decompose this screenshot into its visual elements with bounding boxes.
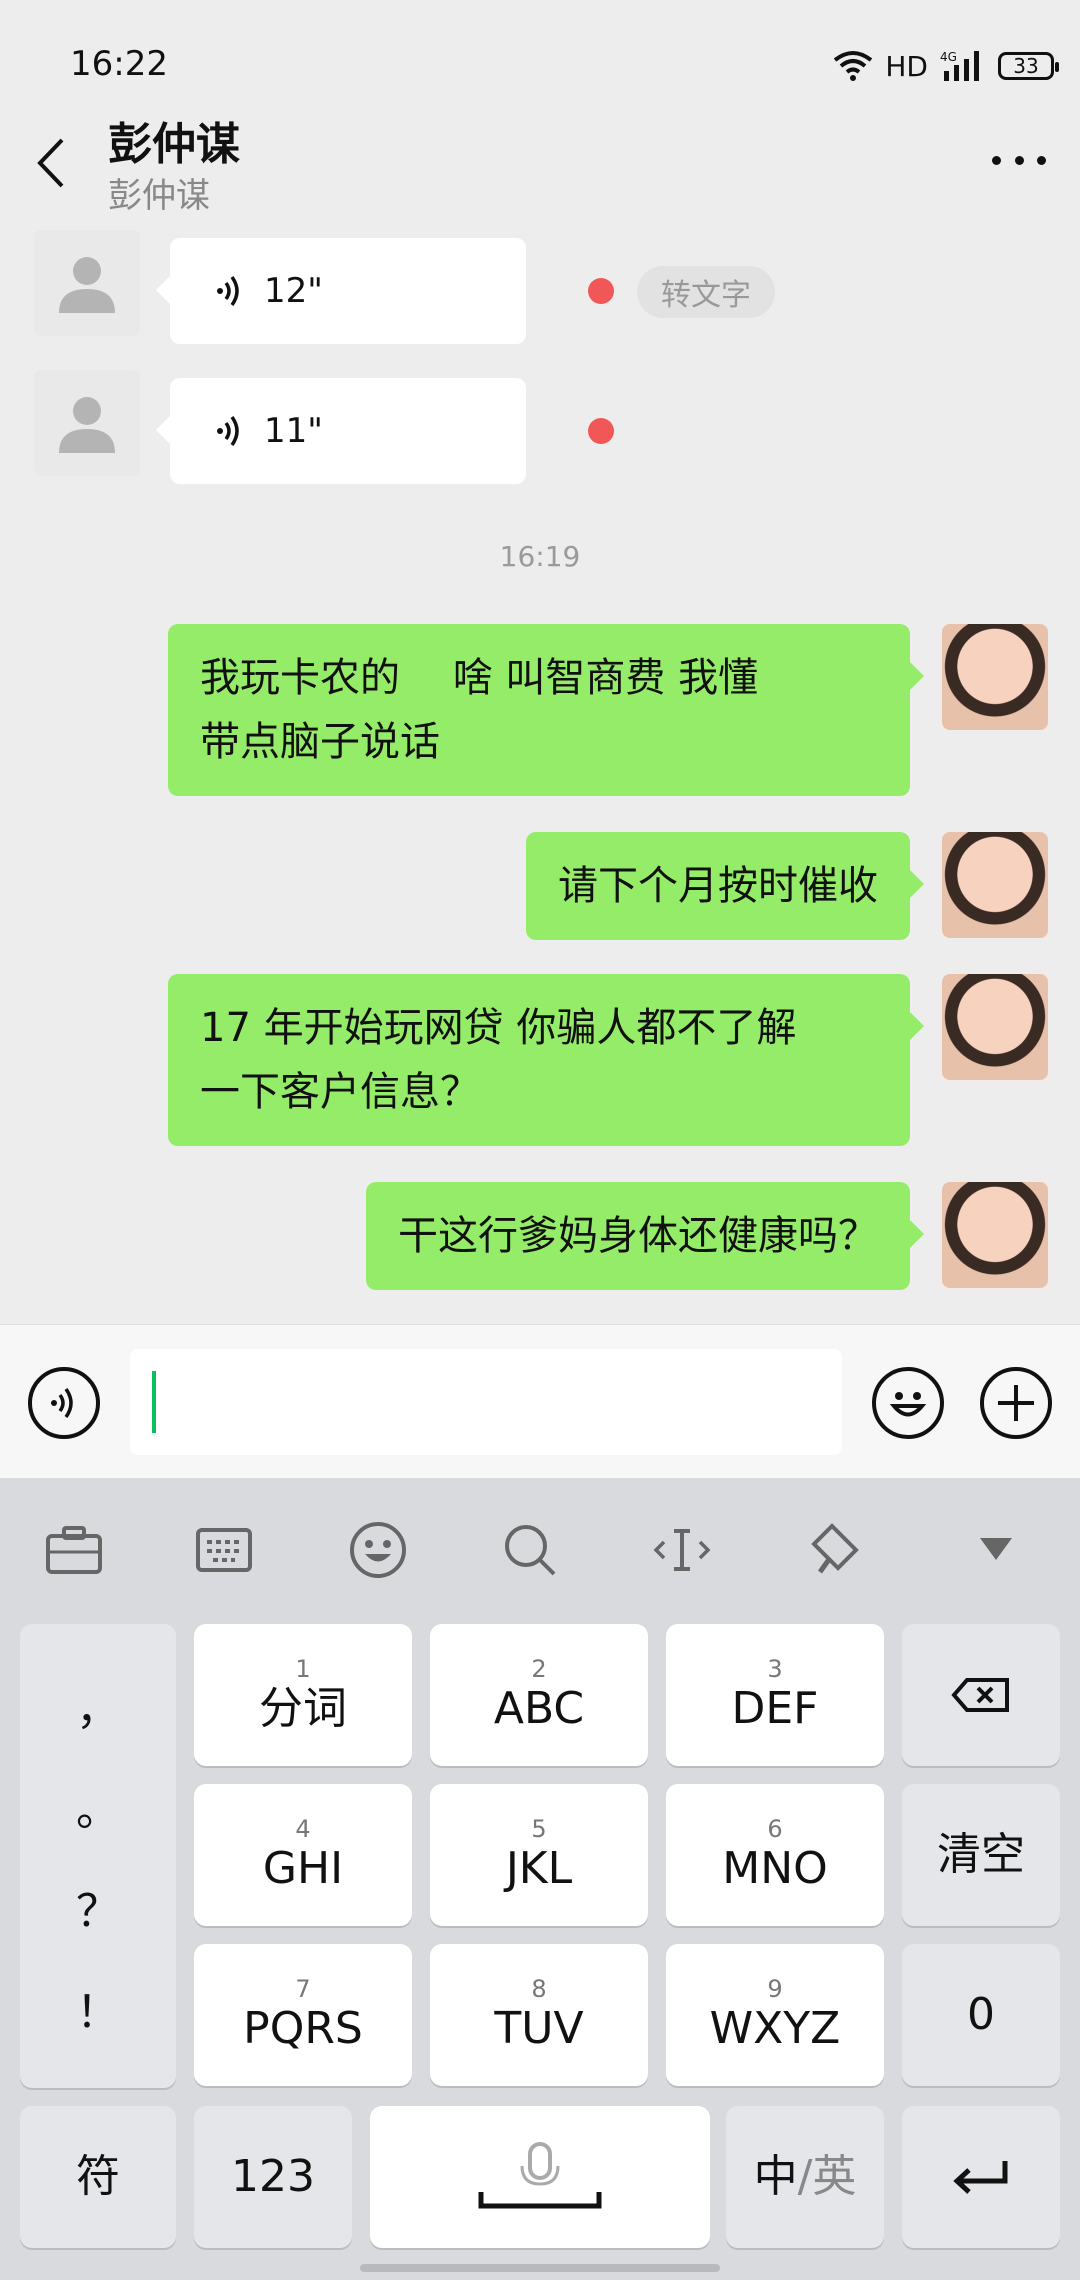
key-5[interactable]: 5 JKL [430, 1784, 648, 1926]
smiley-icon [889, 1392, 927, 1417]
skin-brush-icon[interactable] [802, 1518, 866, 1582]
more-options-icon[interactable] [984, 140, 1054, 180]
key-4[interactable]: 4 GHI [194, 1784, 412, 1926]
punct-key[interactable]: 。 [76, 1774, 120, 1838]
key-7[interactable]: 7 PQRS [194, 1944, 412, 2086]
message-text-line: 带点脑子说话 [200, 719, 440, 765]
space-key[interactable] [370, 2106, 710, 2248]
my-avatar[interactable] [942, 974, 1048, 1080]
contact-avatar[interactable] [34, 370, 140, 476]
sent-message-bubble[interactable]: 请下个月按时催收 [526, 832, 924, 940]
microphone-icon [478, 2142, 602, 2209]
home-indicator[interactable] [360, 2264, 720, 2272]
key-3[interactable]: 3 DEF [666, 1624, 884, 1766]
sent-message-bubble[interactable]: 干这行爹妈身体还健康吗？ [366, 1182, 924, 1290]
message-text: 干这行爹妈身体还健康吗？ [398, 1213, 878, 1259]
message-text-line: 一下客户信息？ [200, 1069, 480, 1115]
plus-icon [998, 1385, 1034, 1421]
key-1[interactable]: 1 分词 [194, 1624, 412, 1766]
svg-text:4G: 4G [940, 50, 957, 64]
input-bar [0, 1324, 1080, 1478]
transcribe-button[interactable]: 转文字 [637, 266, 775, 318]
backspace-icon [951, 1678, 1009, 1712]
message-text-line: 我玩卡农的 啥 叫智商费 我懂 [200, 655, 759, 701]
symbol-key[interactable]: 符 [20, 2106, 176, 2248]
emoji-button[interactable] [872, 1367, 944, 1439]
time-separator: 16:19 [499, 540, 581, 573]
wifi-icon [834, 51, 873, 81]
keyboard-icon[interactable] [192, 1518, 256, 1582]
contact-avatar[interactable] [34, 230, 140, 336]
enter-icon [953, 2161, 1008, 2194]
clear-key[interactable]: 清空 [902, 1784, 1060, 1926]
voice-wave-icon [217, 415, 239, 447]
enter-key[interactable] [902, 2106, 1060, 2248]
status-icons: HD 4G 33 [833, 44, 1059, 88]
voice-input-button[interactable] [28, 1367, 100, 1439]
voice-duration: 12" [264, 271, 323, 311]
default-avatar-icon [59, 257, 115, 313]
more-functions-button[interactable] [980, 1367, 1052, 1439]
key-2[interactable]: 2 ABC [430, 1624, 648, 1766]
toolbox-icon[interactable] [42, 1518, 106, 1582]
numeric-key[interactable]: 123 [194, 2106, 352, 2248]
voice-wave-icon [51, 1387, 73, 1419]
my-avatar[interactable] [942, 624, 1048, 730]
collapse-keyboard-icon[interactable] [964, 1518, 1028, 1582]
network-hd-label: HD [885, 49, 928, 83]
chat-title: 彭仲谋 [108, 119, 240, 170]
punct-key[interactable]: ？ [76, 1875, 120, 1939]
chat-header: 彭仲谋 彭仲谋 [0, 100, 1080, 224]
backspace-key[interactable] [902, 1624, 1060, 1766]
cursor-move-icon[interactable] [650, 1518, 714, 1582]
language-switch-key[interactable]: 中 / 英 [726, 2106, 884, 2248]
voice-message-bubble[interactable]: 12" [156, 238, 526, 344]
voice-duration: 11" [264, 411, 323, 451]
message-text-line: 17 年开始玩网贷 你骗人都不了解 [200, 1005, 797, 1051]
message-input[interactable] [130, 1349, 842, 1455]
punctuation-column: ， 。 ？ ！ [20, 1624, 176, 2088]
sent-message-bubble[interactable]: 17 年开始玩网贷 你骗人都不了解 一下客户信息？ [168, 974, 924, 1146]
key-0[interactable]: 0 [902, 1944, 1060, 2086]
back-arrow-icon[interactable] [32, 136, 72, 190]
punct-key[interactable]: ！ [76, 1976, 120, 2040]
default-avatar-icon [59, 397, 115, 453]
key-8[interactable]: 8 TUV [430, 1944, 648, 2086]
signal-icon: 4G [940, 50, 979, 81]
voice-message-bubble[interactable]: 11" [156, 378, 526, 484]
punct-key[interactable]: ， [76, 1673, 120, 1737]
voice-wave-icon [217, 275, 239, 307]
my-avatar[interactable] [942, 832, 1048, 938]
battery-icon: 33 [998, 52, 1059, 80]
message-list: 12" 转文字 11" 16:19 我玩卡农的 啥 叫智商费 我懂 带点脑子说话… [0, 224, 1080, 1324]
keyboard-toolbar [0, 1478, 1080, 1608]
message-text: 请下个月按时催收 [558, 863, 878, 909]
unread-dot [588, 418, 614, 444]
text-caret [152, 1371, 156, 1433]
search-icon[interactable] [498, 1518, 562, 1582]
ime-keyboard: ， 。 ？ ！ 1 分词 2 ABC 3 DEF 4 GHI 5 JKL 6 M… [0, 1478, 1080, 2280]
status-time: 16:22 [70, 44, 168, 84]
key-9[interactable]: 9 WXYZ [666, 1944, 884, 2086]
emoji-icon[interactable] [346, 1518, 410, 1582]
sent-message-bubble[interactable]: 我玩卡农的 啥 叫智商费 我懂 带点脑子说话 [168, 624, 924, 796]
key-6[interactable]: 6 MNO [666, 1784, 884, 1926]
unread-dot [588, 278, 614, 304]
chat-subtitle: 彭仲谋 [108, 176, 210, 216]
my-avatar[interactable] [942, 1182, 1048, 1288]
